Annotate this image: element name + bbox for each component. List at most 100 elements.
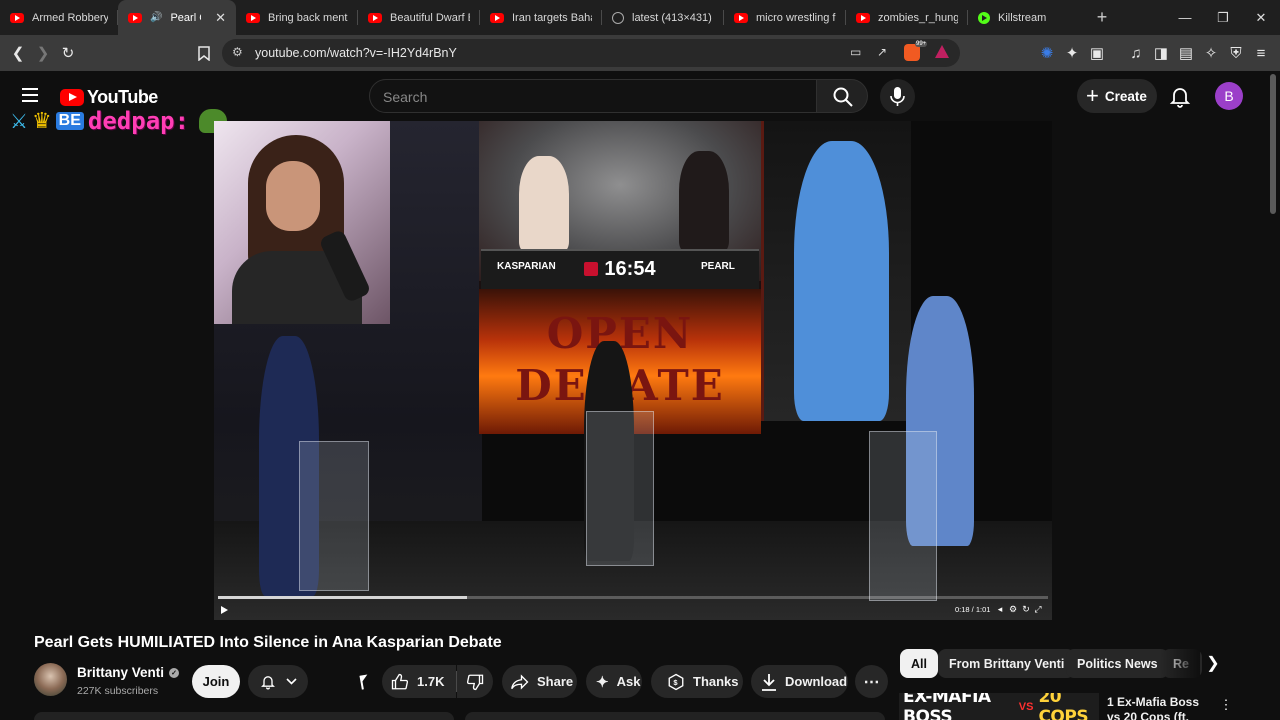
chip-from-channel[interactable]: From Brittany Venti: [938, 649, 1076, 678]
reload-icon[interactable]: ↻: [58, 43, 78, 63]
search-input[interactable]: Search: [369, 79, 817, 113]
hamburger-menu-icon[interactable]: [22, 88, 38, 102]
video-title: Pearl Gets HUMILIATED Into Silence in An…: [34, 634, 502, 651]
recommended-title[interactable]: 1 Ex-Mafia Boss vs 20 Cops (ft. Micha: [1107, 695, 1213, 720]
browser-tab[interactable]: Bring back mental: [236, 0, 358, 35]
extension-blue-icon[interactable]: ✺: [1037, 43, 1057, 63]
shield-badge: 99+: [915, 41, 928, 47]
close-tab-icon[interactable]: ✕: [215, 10, 226, 26]
recommended-thumbnail[interactable]: EX-MAFIA BOSS VS 20 COPS: [899, 693, 1099, 720]
bookmark-icon[interactable]: [194, 43, 214, 63]
page-scrollbar[interactable]: [1270, 74, 1276, 214]
youtube-icon: [856, 12, 870, 23]
share-button[interactable]: Share: [502, 665, 577, 698]
like-button[interactable]: 1.7K: [382, 665, 456, 698]
tab-label: Pearl Gets: [170, 11, 201, 24]
podium-center: [586, 411, 654, 566]
search-placeholder: Search: [383, 89, 428, 105]
cast-icon[interactable]: ▭: [850, 45, 861, 59]
join-button[interactable]: Join: [192, 665, 240, 698]
brave-rewards-icon[interactable]: [935, 45, 949, 58]
leo-ai-icon[interactable]: ✧: [1201, 43, 1221, 63]
browser-tab[interactable]: Killstream: [968, 0, 1068, 35]
loop-icon[interactable]: ↻: [1021, 604, 1031, 614]
browser-tab[interactable]: Beautiful Dwarf Ba: [358, 0, 480, 35]
globe-icon: [612, 11, 624, 24]
thanks-label: Thanks: [693, 674, 739, 689]
voice-search-button[interactable]: [880, 79, 915, 114]
progress-bar[interactable]: [218, 596, 1048, 599]
screenshot-icon[interactable]: ▣: [1087, 43, 1107, 63]
thanks-button[interactable]: $ Thanks: [651, 665, 743, 698]
description-box[interactable]: [34, 712, 454, 720]
channel-name[interactable]: Brittany Venti ✓: [77, 665, 180, 680]
youtube-icon: [368, 12, 382, 23]
sparkle-icon: ✦: [596, 673, 609, 691]
ask-button[interactable]: ✦ Ask: [586, 665, 642, 698]
tab-label: micro wrestling fe: [756, 11, 836, 24]
forward-icon[interactable]: ❯: [33, 43, 53, 63]
subscribe-notifications-button[interactable]: [248, 665, 308, 698]
extensions-icon[interactable]: ✦: [1062, 43, 1082, 63]
channel-avatar[interactable]: [34, 663, 67, 696]
chevron-right-icon[interactable]: ❯: [1203, 653, 1223, 673]
media-icon[interactable]: ♫: [1126, 43, 1146, 63]
wallet-icon[interactable]: ▤: [1176, 43, 1196, 63]
tab-label: Bring back mental: [268, 11, 348, 24]
chip-all[interactable]: All: [900, 649, 938, 678]
tab-label: Armed Robbery O: [32, 11, 108, 24]
browser-tab-active[interactable]: 🔊 Pearl Gets ✕: [118, 0, 236, 35]
more-actions-button[interactable]: ⋯: [855, 665, 888, 698]
youtube-icon: [734, 12, 748, 23]
super-thanks-icon: $: [668, 673, 684, 690]
browser-tab[interactable]: Armed Robbery O: [0, 0, 118, 35]
ask-label: Ask: [616, 674, 641, 689]
plus-icon: +: [1086, 83, 1099, 108]
fullscreen-icon[interactable]: ⤢: [1033, 604, 1043, 614]
back-icon[interactable]: ❮: [8, 43, 28, 63]
chip-politics-news[interactable]: Politics News: [1066, 649, 1169, 678]
settings-icon[interactable]: ⚙: [1008, 604, 1018, 614]
speaker-icon: 🔊: [150, 12, 163, 23]
overlay-text: dedpap:: [87, 107, 190, 135]
browser-tab[interactable]: latest (413×431): [602, 0, 724, 35]
volume-icon[interactable]: ◂: [995, 604, 1005, 614]
menu-icon[interactable]: ≡: [1251, 43, 1271, 63]
address-bar[interactable]: ⚙ youtube.com/watch?v=-IH2Yd4rBnY ▭ ↗ 99…: [222, 39, 960, 67]
sword-icon: ⚔: [10, 110, 28, 133]
thumbs-up-icon: [391, 673, 409, 689]
channel-name-text: Brittany Venti: [77, 665, 165, 680]
account-avatar[interactable]: B: [1215, 82, 1243, 110]
tab-label: Beautiful Dwarf Ba: [390, 11, 470, 24]
search-button[interactable]: [816, 79, 868, 113]
new-tab-button[interactable]: +: [1082, 7, 1122, 28]
download-button[interactable]: Download: [751, 665, 848, 698]
video-player[interactable]: KASPARIAN 16:54 PEARL OPEN DEBATE 0:18 /…: [214, 121, 1052, 620]
share-page-icon[interactable]: ↗: [877, 45, 887, 59]
minimize-button[interactable]: —: [1166, 0, 1204, 35]
sidebar-toggle-icon[interactable]: ◨: [1151, 43, 1171, 63]
dislike-button[interactable]: [457, 665, 493, 698]
microphone-icon: [890, 87, 905, 106]
browser-tab[interactable]: micro wrestling fe: [724, 0, 846, 35]
notifications-button[interactable]: [1168, 84, 1192, 108]
scoreboard-clock-text: 16:54: [604, 257, 656, 280]
webcam-face: [266, 161, 320, 231]
screen-person-right: [679, 151, 729, 251]
podium-left: [299, 441, 369, 591]
create-button[interactable]: + Create: [1077, 79, 1157, 113]
browser-tab[interactable]: Iran targets Baha': [480, 0, 602, 35]
site-info-icon[interactable]: ⚙: [232, 45, 243, 59]
svg-text:$: $: [673, 678, 678, 687]
scoreboard-right-name: PEARL: [701, 261, 735, 272]
share-label: Share: [537, 674, 574, 689]
vpn-icon[interactable]: ⛨: [1226, 43, 1246, 63]
crown-icon: ♛: [31, 108, 52, 133]
restore-button[interactable]: ❐: [1204, 0, 1242, 35]
close-window-button[interactable]: ✕: [1242, 0, 1280, 35]
comments-preview[interactable]: [465, 712, 885, 720]
play-icon[interactable]: [221, 606, 228, 614]
more-vertical-icon[interactable]: ⋮: [1220, 697, 1233, 713]
tab-label: zombies_r_hungry: [878, 11, 958, 24]
browser-tab[interactable]: zombies_r_hungry: [846, 0, 968, 35]
